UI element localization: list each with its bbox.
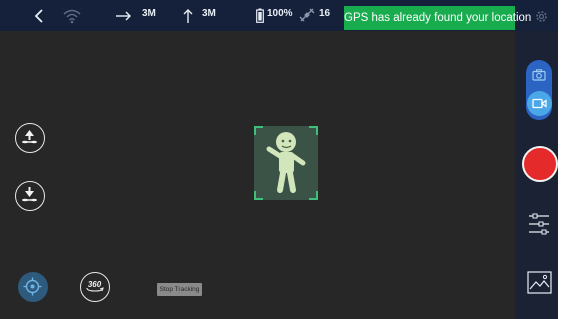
battery-icon	[256, 8, 264, 23]
vertical-distance-icon	[183, 9, 193, 23]
satellite-icon	[299, 8, 315, 22]
record-button[interactable]	[522, 146, 558, 182]
status-bar: 3M 3M 100% 16 GPS has already found your…	[0, 0, 558, 31]
wifi-signal-icon	[63, 9, 81, 24]
takeoff-button[interactable]	[15, 123, 45, 153]
orbit-360-button[interactable]: 360	[80, 272, 110, 302]
horizontal-distance-icon	[116, 11, 131, 21]
drone-control-app: 3M 3M 100% 16 GPS has already found your…	[0, 0, 563, 319]
horizontal-distance-value: 3M	[142, 8, 156, 19]
landing-button[interactable]	[15, 181, 45, 211]
back-arrow-icon[interactable]	[34, 9, 44, 23]
video-icon[interactable]	[532, 98, 547, 109]
target-lock-button[interactable]	[18, 272, 48, 302]
gps-status-banner: GPS has already found your location	[344, 6, 531, 30]
camera-icon[interactable]	[532, 69, 546, 81]
tracking-target-box[interactable]	[254, 126, 318, 200]
landing-icon	[22, 187, 37, 202]
camera-view: 3M 3M 100% 16 GPS has already found your…	[0, 0, 558, 319]
orbit-360-label: 360	[87, 280, 102, 289]
satellite-count: 16	[319, 8, 331, 19]
tracked-person-figure	[266, 132, 306, 193]
battery-value: 100%	[267, 8, 293, 19]
takeoff-icon	[22, 130, 37, 144]
stop-tracking-button[interactable]: Stop Tracking	[157, 283, 202, 296]
adjust-sliders-icon[interactable]	[528, 211, 550, 237]
target-lock-icon	[23, 277, 42, 296]
vertical-distance-value: 3M	[202, 8, 216, 19]
gallery-icon[interactable]	[527, 271, 552, 294]
settings-gear-icon[interactable]	[535, 10, 548, 23]
